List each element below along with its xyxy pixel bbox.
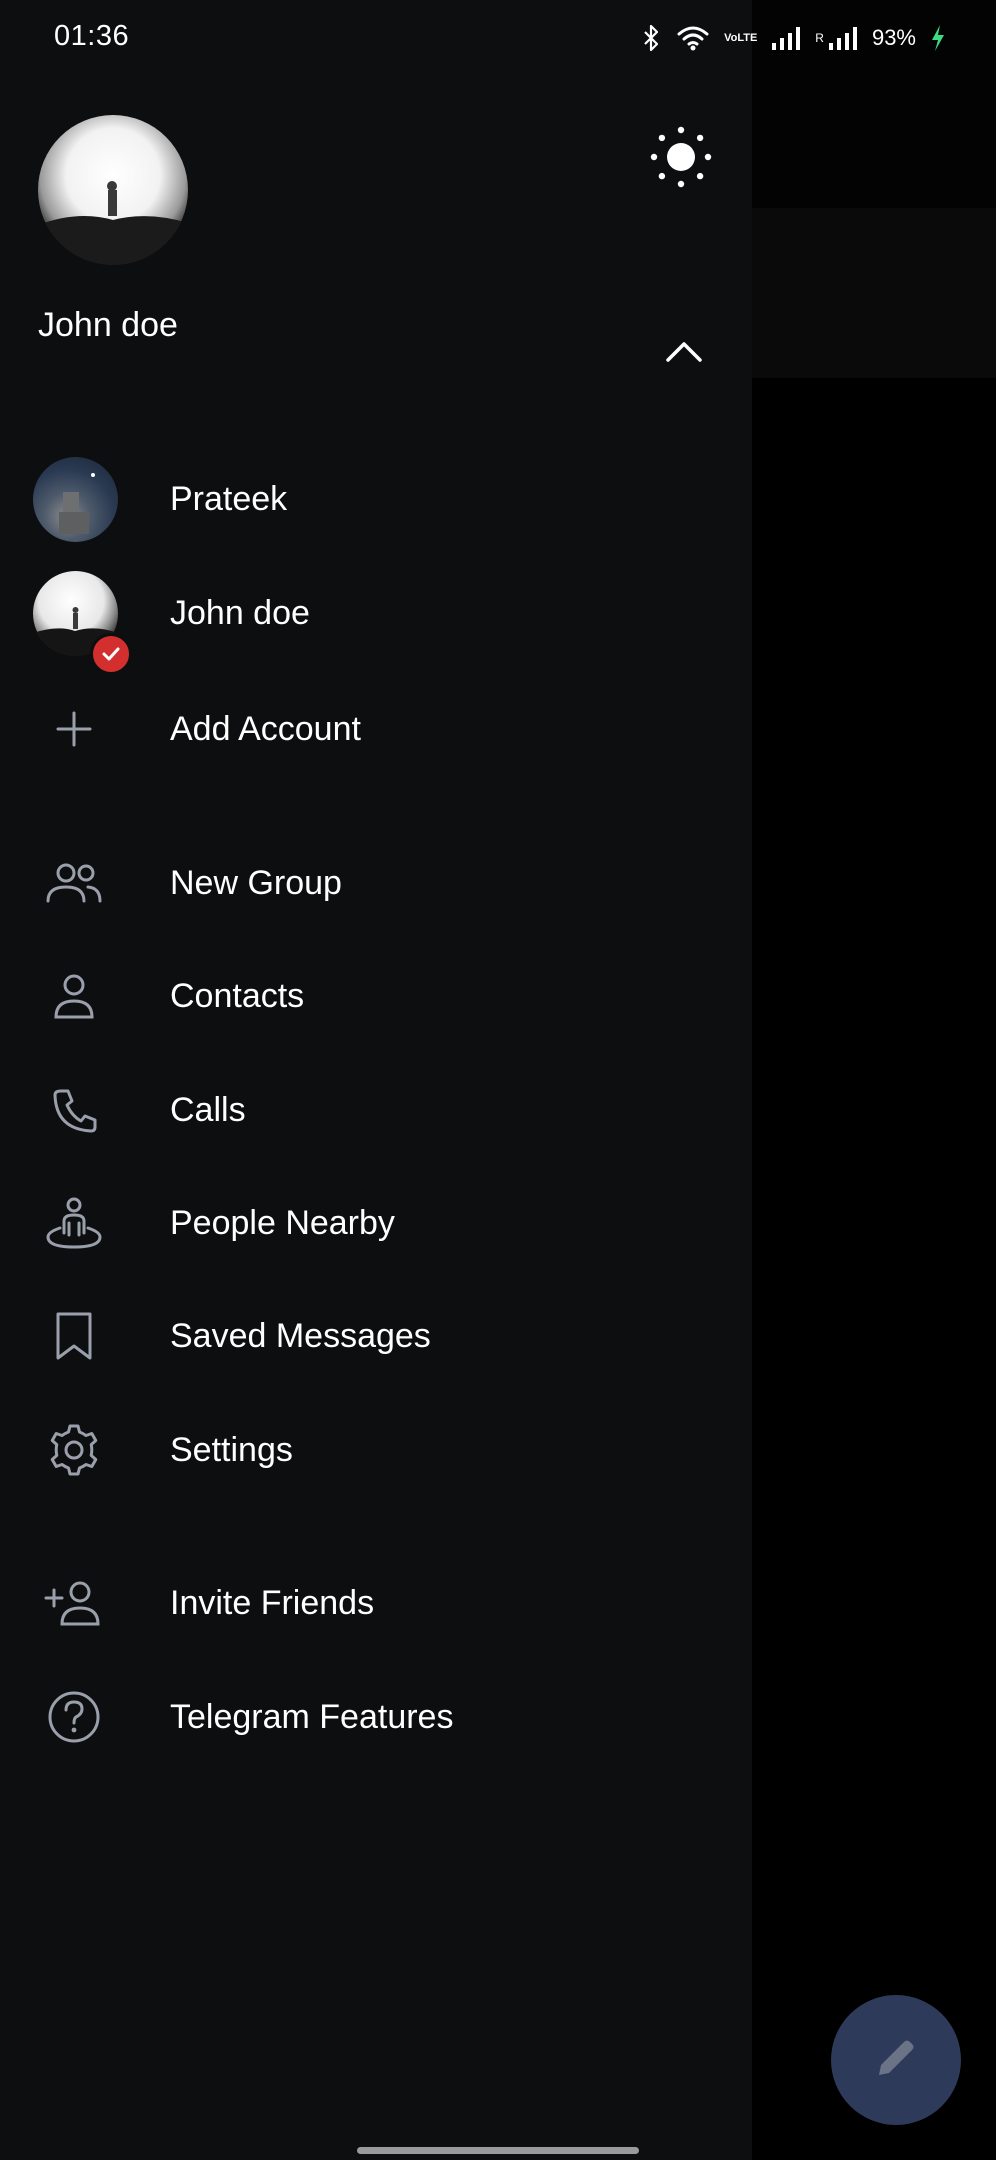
charging-bolt-icon bbox=[930, 24, 946, 52]
people-nearby-icon bbox=[42, 1195, 106, 1251]
menu-item-telegram-features[interactable]: Telegram Features bbox=[0, 1662, 752, 1772]
account-name: Prateek bbox=[170, 480, 288, 518]
home-indicator[interactable] bbox=[357, 2147, 639, 2154]
status-bar: 01:36 VoLTE R 93% bbox=[0, 0, 996, 74]
account-name: John doe bbox=[170, 594, 310, 632]
menu-item-saved-messages[interactable]: Saved Messages bbox=[0, 1281, 752, 1391]
profile-avatar[interactable] bbox=[38, 115, 188, 265]
wifi-icon bbox=[676, 24, 710, 52]
screen: John doe Prateek John doe Add Account Ne… bbox=[0, 0, 996, 2160]
menu-item-label: Settings bbox=[170, 1431, 293, 1469]
bookmark-icon bbox=[42, 1308, 106, 1364]
menu-item-label: Invite Friends bbox=[170, 1584, 375, 1622]
menu-item-new-group[interactable]: New Group bbox=[0, 828, 752, 938]
menu-item-label: Saved Messages bbox=[170, 1317, 431, 1355]
menu-item-people-nearby[interactable]: People Nearby bbox=[0, 1168, 752, 1278]
menu-item-settings[interactable]: Settings bbox=[0, 1395, 752, 1505]
group-icon bbox=[42, 855, 106, 911]
phone-icon bbox=[42, 1082, 106, 1138]
menu-item-label: Telegram Features bbox=[170, 1698, 454, 1736]
account-avatar bbox=[33, 457, 118, 542]
status-icons: VoLTE R 93% bbox=[642, 22, 946, 54]
compose-button[interactable] bbox=[831, 1995, 961, 2125]
menu-item-label: New Group bbox=[170, 864, 342, 902]
add-account-label: Add Account bbox=[170, 710, 361, 748]
volte-indicator: VoLTE bbox=[724, 31, 758, 44]
bluetooth-icon bbox=[642, 23, 662, 53]
menu-item-calls[interactable]: Calls bbox=[0, 1055, 752, 1165]
signal-icon-2 bbox=[828, 25, 858, 51]
status-time: 01:36 bbox=[54, 20, 130, 52]
add-person-icon bbox=[42, 1575, 106, 1631]
account-row-prateek[interactable]: Prateek bbox=[0, 444, 752, 554]
question-icon bbox=[42, 1689, 106, 1745]
profile-name: John doe bbox=[38, 306, 178, 344]
menu-item-contacts[interactable]: Contacts bbox=[0, 941, 752, 1051]
accounts-collapse-chevron-up-icon[interactable] bbox=[660, 336, 708, 366]
navigation-drawer: John doe Prateek John doe Add Account Ne… bbox=[0, 0, 752, 2160]
pencil-icon bbox=[871, 2033, 921, 2088]
signal-icon bbox=[771, 25, 801, 51]
menu-item-label: Contacts bbox=[170, 977, 305, 1015]
plus-icon bbox=[42, 701, 106, 757]
active-account-check-icon bbox=[90, 633, 132, 675]
battery-percent: 93% bbox=[871, 25, 916, 50]
menu-item-invite-friends[interactable]: Invite Friends bbox=[0, 1548, 752, 1658]
roaming-indicator: R bbox=[815, 31, 824, 45]
account-row-john-doe[interactable]: John doe bbox=[0, 558, 752, 675]
theme-toggle-sun-icon[interactable] bbox=[648, 124, 714, 190]
person-icon bbox=[42, 968, 106, 1024]
menu-item-label: People Nearby bbox=[170, 1204, 395, 1242]
gear-icon bbox=[42, 1422, 106, 1478]
menu-item-label: Calls bbox=[170, 1091, 246, 1129]
add-account-button[interactable]: Add Account bbox=[0, 674, 752, 784]
